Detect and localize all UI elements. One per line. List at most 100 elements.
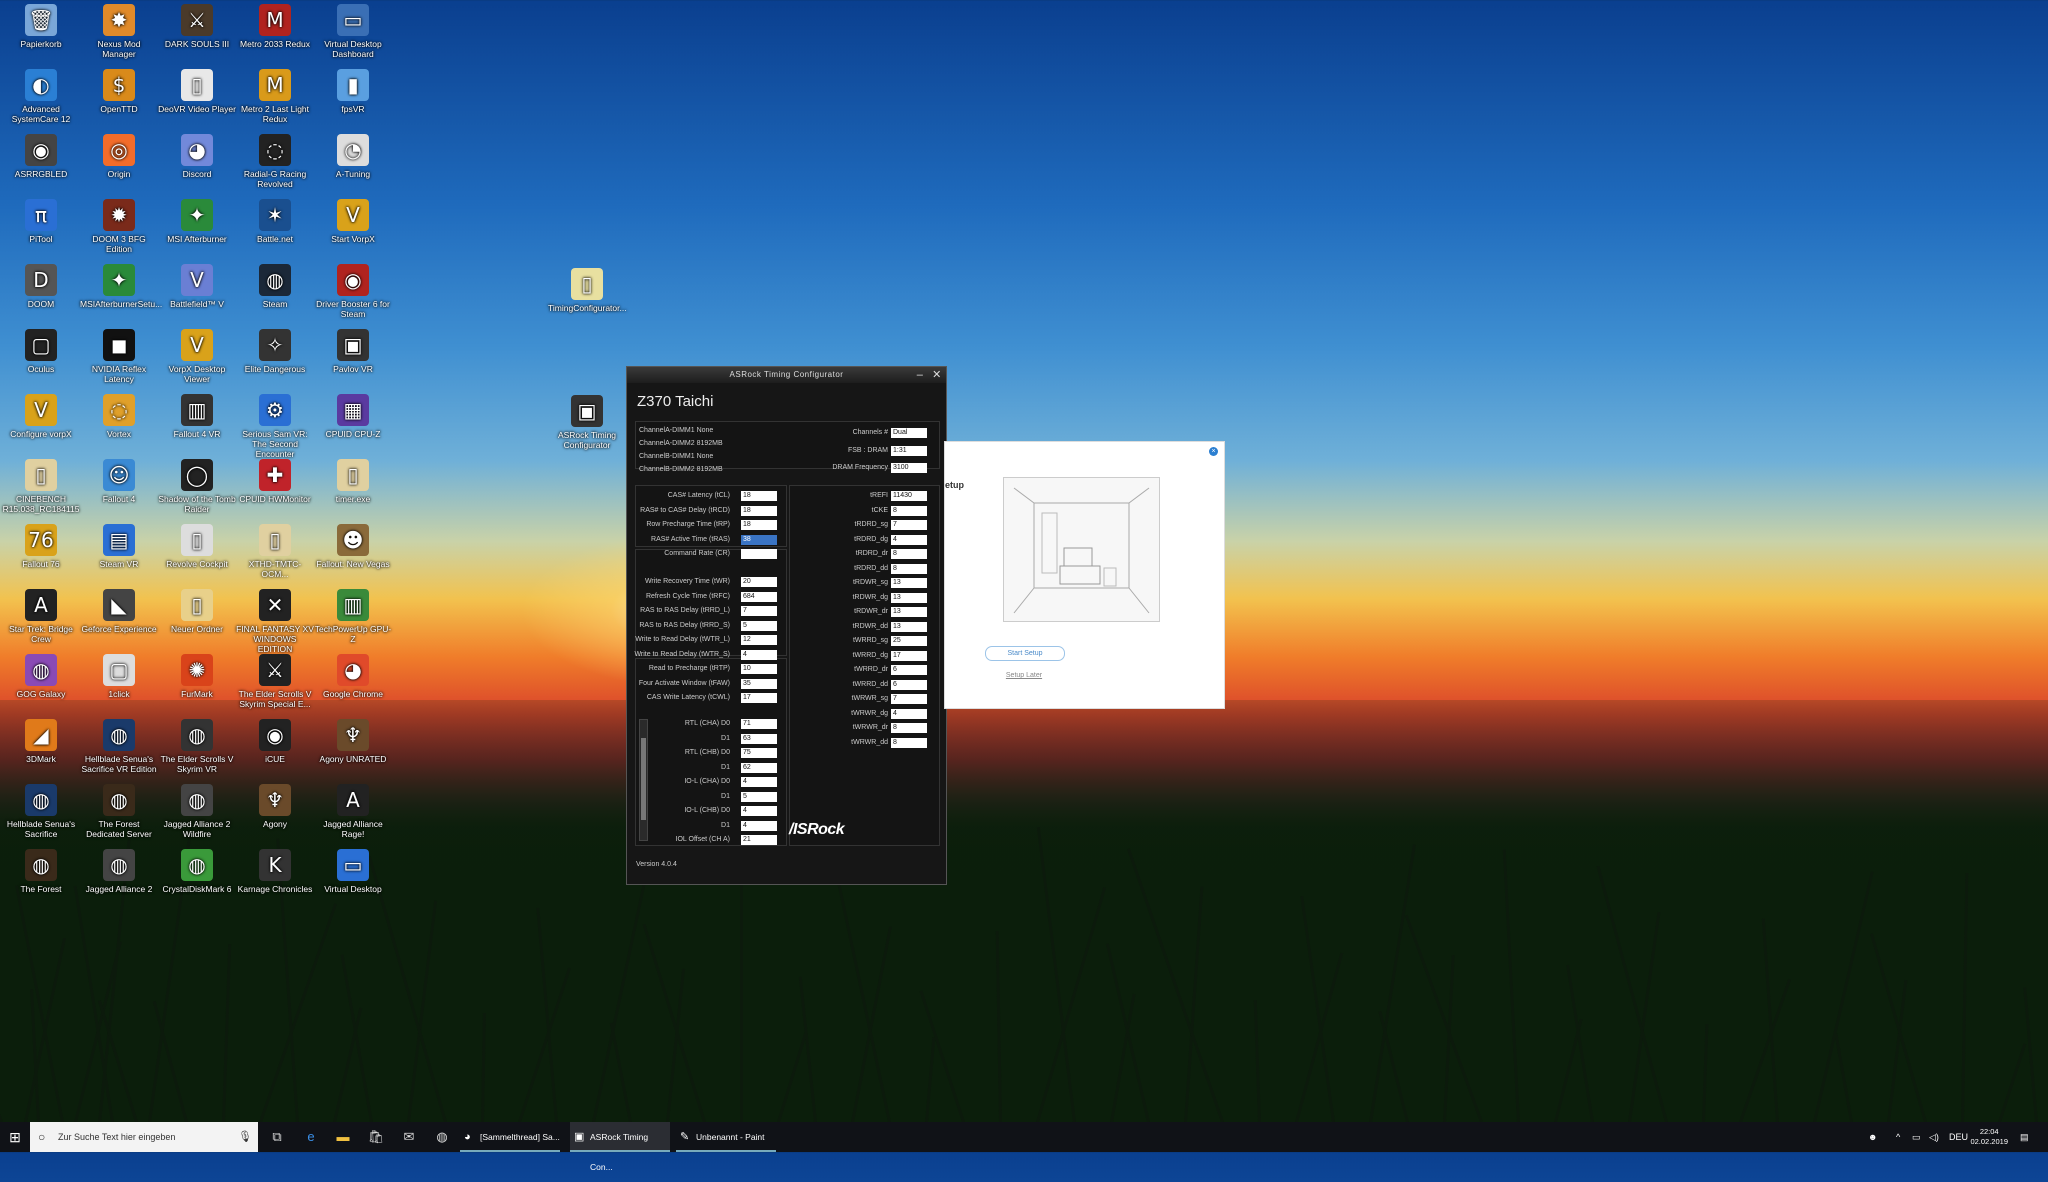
secondary-timing-field[interactable]: 17 bbox=[741, 693, 777, 703]
tertiary-timing-field[interactable]: 6 bbox=[891, 665, 927, 675]
task-view-icon[interactable]: ⧉ bbox=[262, 1122, 292, 1152]
desktop-icon[interactable]: ▯ XTHD-TMTC-OCM... bbox=[236, 524, 314, 579]
desktop-icon[interactable]: ✦ MSI Afterburner bbox=[158, 199, 236, 244]
desktop-icon[interactable]: ▯ DeoVR Video Player bbox=[158, 69, 236, 114]
scrollbar-thumb[interactable] bbox=[641, 738, 646, 820]
tertiary-timing-field[interactable]: 8 bbox=[891, 723, 927, 733]
desktop-icon[interactable]: ◌ Radial-G Racing Revolved bbox=[236, 134, 314, 189]
taskbar-app[interactable]: ▣ ASRock Timing Con... bbox=[570, 1122, 670, 1172]
secondary-timing-field[interactable]: 20 bbox=[741, 577, 777, 587]
primary-timing-field[interactable]: 38 bbox=[741, 534, 777, 545]
desktop-icon[interactable]: ◕ Google Chrome bbox=[314, 654, 392, 699]
desktop-icon[interactable]: ✶ Battle.net bbox=[236, 199, 314, 244]
desktop-icon[interactable]: 76 Fallout 76 bbox=[2, 524, 80, 569]
rtl-timing-field[interactable]: 75 bbox=[741, 748, 777, 758]
desktop-icon[interactable]: D DOOM bbox=[2, 264, 80, 309]
rtl-timing-field[interactable]: 21 bbox=[741, 835, 777, 845]
desktop-icon[interactable]: ◉ iCUE bbox=[236, 719, 314, 764]
rtl-timing-field[interactable]: 62 bbox=[741, 762, 777, 773]
desktop-icon[interactable]: ◍ The Forest bbox=[2, 849, 80, 894]
desktop-icon[interactable]: ◍ The Elder Scrolls V Skyrim VR bbox=[158, 719, 236, 774]
rtl-timing-field[interactable]: 71 bbox=[741, 719, 777, 729]
tertiary-timing-field[interactable]: 13 bbox=[891, 621, 927, 632]
rtl-timing-field[interactable]: 5 bbox=[741, 791, 777, 802]
tertiary-timing-field[interactable]: 13 bbox=[891, 607, 927, 617]
tertiary-timing-field[interactable]: 13 bbox=[891, 578, 927, 588]
mail-icon[interactable]: ✉ bbox=[394, 1122, 424, 1152]
desktop-icon[interactable]: ✚ CPUID HWMonitor bbox=[236, 459, 314, 504]
desktop-icon[interactable]: ▢ 1click bbox=[80, 654, 158, 699]
primary-timing-field[interactable]: 18 bbox=[741, 520, 777, 530]
language-indicator[interactable]: DEU bbox=[1949, 1122, 1968, 1152]
desktop-icon[interactable]: ◍ The Forest Dedicated Server bbox=[80, 784, 158, 839]
desktop-icon[interactable]: ◍ Jagged Alliance 2 Wildfire bbox=[158, 784, 236, 839]
taskbar-app[interactable]: ◕ [Sammelthread] Sa... bbox=[460, 1122, 560, 1152]
tertiary-timing-field[interactable]: 7 bbox=[891, 694, 927, 704]
tertiary-timing-field[interactable]: 17 bbox=[891, 650, 927, 661]
taskbar-app[interactable]: ✎ Unbenannt - Paint bbox=[676, 1122, 776, 1152]
secondary-timing-field[interactable]: 10 bbox=[741, 664, 777, 674]
desktop-icon[interactable]: ◉ ASRRGBLED bbox=[2, 134, 80, 179]
desktop-icon[interactable]: ◼ NVIDIA Reflex Latency bbox=[80, 329, 158, 384]
desktop-icon[interactable]: ⚙ Serious Sam VR: The Second Encounter bbox=[236, 394, 314, 459]
channels-field[interactable]: Dual bbox=[891, 428, 927, 438]
desktop-icon[interactable]: ▯ TimingConfigurator... bbox=[548, 268, 627, 313]
desktop-icon[interactable]: ◌ Vortex bbox=[80, 394, 158, 439]
desktop-icon[interactable]: ◔ A-Tuning bbox=[314, 134, 392, 179]
desktop-icon[interactable]: ◕ Discord bbox=[158, 134, 236, 179]
desktop-icon[interactable]: M Metro 2 Last Light Redux bbox=[236, 69, 314, 124]
desktop-icon[interactable]: ◎ Origin bbox=[80, 134, 158, 179]
secondary-timing-field[interactable]: 12 bbox=[741, 635, 777, 645]
desktop-icon[interactable]: ▭ Virtual Desktop Dashboard bbox=[314, 4, 392, 59]
tertiary-timing-field[interactable]: 8 bbox=[891, 549, 927, 559]
tertiary-timing-field[interactable]: 8 bbox=[891, 505, 927, 516]
desktop-icon[interactable]: ▣ Pavlov VR bbox=[314, 329, 392, 374]
rtl-timing-field[interactable]: 4 bbox=[741, 777, 777, 787]
desktop-icon[interactable]: ▯ Neuer Ordner bbox=[158, 589, 236, 634]
file-explorer-icon[interactable]: ▬ bbox=[328, 1122, 358, 1152]
secondary-timing-field[interactable]: 684 bbox=[741, 591, 777, 602]
edge-icon[interactable]: e bbox=[296, 1122, 326, 1152]
window-titlebar[interactable]: ASRock Timing Configurator – ✕ bbox=[627, 367, 946, 383]
desktop-icon[interactable]: ◐ Advanced SystemCare 12 bbox=[2, 69, 80, 124]
desktop-icon[interactable]: π PiTool bbox=[2, 199, 80, 244]
notification-icon[interactable]: ▤ bbox=[2020, 1122, 2029, 1152]
taskbar-clock[interactable]: 22:04 02.02.2019 bbox=[1970, 1127, 2008, 1147]
desktop-icon[interactable]: 🗑 Papierkorb bbox=[2, 4, 80, 49]
fsb-field[interactable]: 1:31 bbox=[891, 446, 927, 456]
tertiary-timing-field[interactable]: 4 bbox=[891, 534, 927, 545]
rtl-timing-field[interactable]: 4 bbox=[741, 820, 777, 831]
desktop-icon[interactable]: ✹ DOOM 3 BFG Edition bbox=[80, 199, 158, 254]
desktop-icon[interactable]: ▤ Steam VR bbox=[80, 524, 158, 569]
secondary-timing-field[interactable]: 5 bbox=[741, 620, 777, 631]
desktop-icon[interactable]: V VorpX Desktop Viewer bbox=[158, 329, 236, 384]
desktop-icon[interactable]: ✺ FurMark bbox=[158, 654, 236, 699]
desktop-icon[interactable]: ☺ Fallout 4 bbox=[80, 459, 158, 504]
taskbar-search-box[interactable]: ○ Zur Suche Text hier eingeben 🎙 bbox=[30, 1122, 258, 1152]
desktop-icon[interactable]: ▯ Revolve Cockpit bbox=[158, 524, 236, 569]
tertiary-timing-field[interactable]: 4 bbox=[891, 708, 927, 719]
desktop-icon[interactable]: ▯ CINEBENCH R15.038_RC184115 bbox=[2, 459, 80, 514]
close-icon[interactable]: × bbox=[1209, 447, 1218, 456]
desktop-icon[interactable]: ✦ MSIAfterburnerSetu... bbox=[80, 264, 162, 309]
desktop-icon[interactable]: ◍ Hellblade Senua's Sacrifice VR Edition bbox=[80, 719, 158, 774]
rtl-timing-field[interactable]: 63 bbox=[741, 733, 777, 744]
desktop-icon[interactable]: V Start VorpX bbox=[314, 199, 392, 244]
microphone-icon[interactable]: 🎙 bbox=[238, 1122, 252, 1152]
desktop-icon[interactable]: ◢ 3DMark bbox=[2, 719, 80, 764]
store-icon[interactable]: 🛍 bbox=[361, 1122, 391, 1152]
steam-icon[interactable]: ◍ bbox=[427, 1122, 457, 1152]
desktop-icon[interactable]: M Metro 2033 Redux bbox=[236, 4, 314, 49]
desktop-icon[interactable]: ◍ Hellblade Senua's Sacrifice bbox=[2, 784, 80, 839]
desktop-icon[interactable]: ⚔ DARK SOULS III bbox=[158, 4, 236, 49]
desktop-icon[interactable]: ◣ Geforce Experience bbox=[80, 589, 158, 634]
tertiary-timing-field[interactable]: 6 bbox=[891, 679, 927, 690]
desktop-icon[interactable]: ◍ Jagged Alliance 2 bbox=[80, 849, 158, 894]
desktop-icon[interactable]: ▯ timer.exe bbox=[314, 459, 392, 504]
tertiary-timing-field[interactable]: 13 bbox=[891, 592, 927, 603]
tertiary-timing-field[interactable]: 7 bbox=[891, 520, 927, 530]
desktop-icon[interactable]: ▥ Fallout 4 VR bbox=[158, 394, 236, 439]
desktop-icon[interactable]: ♆ Agony bbox=[236, 784, 314, 829]
desktop-icon[interactable]: ◉ Driver Booster 6 for Steam bbox=[314, 264, 392, 319]
primary-timing-field[interactable]: 18 bbox=[741, 491, 777, 501]
